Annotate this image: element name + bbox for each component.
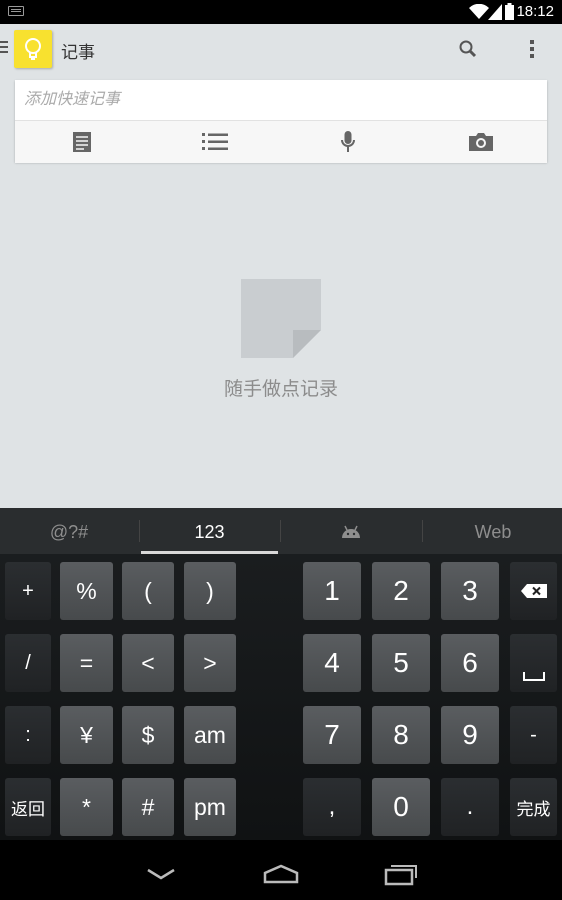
drawer-icon[interactable] — [0, 41, 8, 55]
empty-state-message: 随手做点记录 — [223, 379, 338, 400]
clock: 18:12 — [516, 3, 554, 20]
key-0[interactable]: 0 — [372, 778, 430, 836]
signal-icon — [488, 4, 502, 20]
key-colon[interactable]: : — [5, 706, 51, 764]
key-equals[interactable]: = — [60, 634, 113, 692]
tab-divider — [280, 520, 281, 542]
status-bar: 18:12 — [0, 0, 562, 24]
overflow-menu-icon — [530, 40, 534, 58]
new-text-note-button[interactable] — [15, 121, 148, 163]
key-6[interactable]: 6 — [441, 634, 499, 692]
text-note-icon — [72, 132, 91, 152]
key-yen[interactable]: ¥ — [60, 706, 113, 764]
key-plus[interactable]: + — [5, 562, 51, 620]
wifi-icon — [469, 4, 489, 19]
key-done[interactable]: 完成 — [510, 778, 557, 836]
lightbulb-icon[interactable] — [14, 30, 52, 68]
key-asterisk[interactable]: * — [60, 778, 113, 836]
key-less-than[interactable]: < — [122, 634, 174, 692]
key-dollar[interactable]: $ — [122, 706, 174, 764]
key-left-paren[interactable]: ( — [122, 562, 174, 620]
key-comma[interactable]: , — [303, 778, 361, 836]
key-9[interactable]: 9 — [441, 706, 499, 764]
key-pm[interactable]: pm — [184, 778, 236, 836]
overflow-menu-button[interactable] — [521, 36, 543, 62]
key-5[interactable]: 5 — [372, 634, 430, 692]
app-title: 记事 — [61, 43, 95, 62]
tab-web[interactable]: Web — [424, 508, 562, 554]
navigation-bar — [0, 840, 562, 900]
action-bar: 记事 — [0, 24, 562, 74]
search-icon — [459, 40, 477, 58]
tab-android-emoticons[interactable] — [282, 508, 420, 554]
space-icon — [522, 672, 545, 681]
camera-icon — [468, 133, 493, 151]
back-icon[interactable] — [146, 868, 176, 880]
recents-icon[interactable] — [384, 862, 418, 886]
key-am[interactable]: am — [184, 706, 236, 764]
quick-note-card — [15, 80, 547, 163]
key-3[interactable]: 3 — [441, 562, 499, 620]
tab-divider — [139, 520, 140, 542]
tab-symbols[interactable]: @?# — [0, 508, 138, 554]
active-tab-indicator — [141, 551, 278, 554]
search-button[interactable] — [455, 36, 481, 62]
microphone-icon — [340, 131, 355, 152]
key-minus[interactable]: - — [510, 706, 557, 764]
backspace-icon — [520, 584, 547, 598]
new-list-button[interactable] — [148, 121, 281, 163]
quick-note-input[interactable] — [15, 80, 547, 120]
key-8[interactable]: 8 — [372, 706, 430, 764]
key-2[interactable]: 2 — [372, 562, 430, 620]
android-icon — [342, 525, 360, 538]
key-backspace[interactable] — [510, 562, 557, 620]
empty-note-icon — [241, 279, 321, 358]
key-percent[interactable]: % — [60, 562, 113, 620]
key-hash[interactable]: # — [122, 778, 174, 836]
photo-note-button[interactable] — [414, 121, 547, 163]
keep-app: 记事 添加快速记事 随手做点记录 — [0, 24, 562, 508]
key-space[interactable] — [510, 634, 557, 692]
key-period[interactable]: . — [441, 778, 499, 836]
tab-numbers[interactable]: 123 — [141, 508, 278, 554]
keyboard-tabs: @?# 123 Web — [0, 508, 562, 554]
key-greater-than[interactable]: > — [184, 634, 236, 692]
key-slash[interactable]: / — [5, 634, 51, 692]
battery-icon — [505, 3, 514, 20]
key-4[interactable]: 4 — [303, 634, 361, 692]
key-right-paren[interactable]: ) — [184, 562, 236, 620]
tab-divider — [422, 520, 423, 542]
key-return[interactable]: 返回 — [5, 778, 51, 836]
quick-note-toolbar — [15, 120, 547, 163]
key-1[interactable]: 1 — [303, 562, 361, 620]
keyboard-icon — [8, 6, 24, 16]
soft-keyboard: @?# 123 Web + % ( ) 1 2 3 / = < > 4 5 6 … — [0, 508, 562, 840]
key-7[interactable]: 7 — [303, 706, 361, 764]
voice-note-button[interactable] — [281, 121, 414, 163]
checklist-icon — [201, 133, 228, 150]
home-icon[interactable] — [263, 864, 299, 884]
